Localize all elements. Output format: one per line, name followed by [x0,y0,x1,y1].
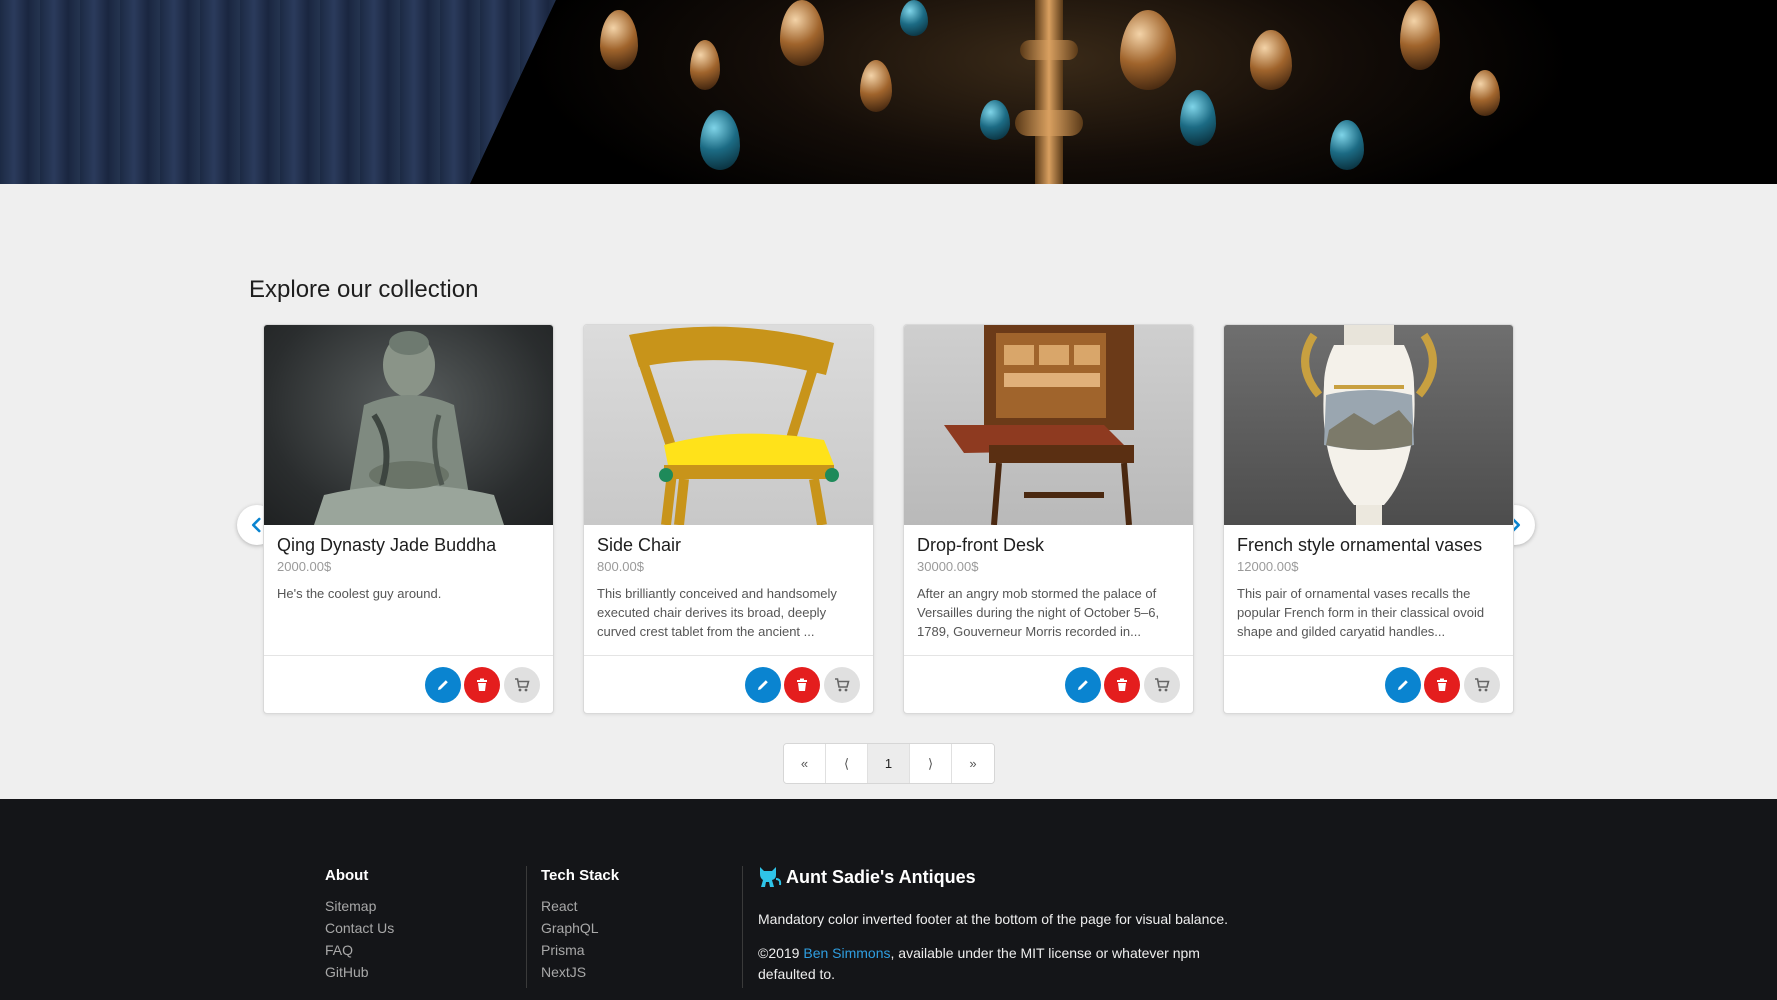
product-price: 12000.00$ [1237,559,1299,574]
hero-banner [0,0,1777,184]
footer-link-faq[interactable]: FAQ [325,942,394,958]
pencil-icon [1398,680,1408,690]
section-title: Explore our collection [249,276,479,303]
trash-icon [797,678,807,691]
product-price: 800.00$ [597,559,644,574]
delete-button[interactable] [1424,667,1460,703]
pencil-icon [438,680,448,690]
pencil-icon [1078,680,1088,690]
page-last-button[interactable]: » [952,744,994,783]
product-price: 30000.00$ [917,559,979,574]
footer-link-graphql[interactable]: GraphQL [541,920,619,936]
page-next-button[interactable]: ⟩ [910,744,952,783]
footer-link-react[interactable]: React [541,898,619,914]
footer-link-github[interactable]: GitHub [325,964,394,980]
footer-tagline: Mandatory color inverted footer at the b… [758,911,1229,927]
footer: About Sitemap Contact Us FAQ GitHub Tech… [0,799,1777,1000]
footer-tech-column: Tech Stack React GraphQL Prisma NextJS [541,867,619,986]
product-description: He's the coolest guy around. [277,586,442,601]
footer-about-heading: About [325,867,369,884]
footer-link-sitemap[interactable]: Sitemap [325,898,394,914]
add-to-cart-button[interactable] [1144,667,1180,703]
page-prev-button[interactable]: ⟨ [826,744,868,783]
product-card[interactable]: Side Chair 800.00$ This brilliantly conc… [583,324,874,714]
edit-button[interactable] [425,667,461,703]
product-image-buddha[interactable] [264,325,553,525]
add-to-cart-button[interactable] [504,667,540,703]
trash-icon [477,678,487,691]
edit-button[interactable] [1065,667,1101,703]
footer-brand: Aunt Sadie's Antiques [758,865,976,889]
product-price: 2000.00$ [277,559,332,574]
add-to-cart-button[interactable] [1464,667,1500,703]
product-title[interactable]: Side Chair [597,535,681,556]
footer-tech-heading: Tech Stack [541,867,620,884]
cart-icon [835,678,850,692]
cat-icon [760,867,782,887]
cart-icon [1475,678,1490,692]
page-first-button[interactable]: « [784,744,826,783]
product-card[interactable]: Qing Dynasty Jade Buddha 2000.00$ He's t… [263,324,554,714]
cart-icon [515,678,530,692]
trash-icon [1117,678,1127,691]
footer-brand-name: Aunt Sadie's Antiques [786,866,976,887]
product-image-vase[interactable] [1224,325,1513,525]
product-description: This pair of ornamental vases recalls th… [1237,586,1485,639]
product-image-chair[interactable] [584,325,873,525]
footer-about-column: About Sitemap Contact Us FAQ GitHub [325,867,394,986]
footer-author-link[interactable]: Ben Simmons [803,945,890,961]
product-image-desk[interactable] [904,325,1193,525]
pagination: « ⟨ 1 ⟩ » [783,743,995,784]
delete-button[interactable] [1104,667,1140,703]
footer-link-prisma[interactable]: Prisma [541,942,619,958]
footer-copyright: ©2019 Ben Simmons, available under the M… [758,945,1200,982]
delete-button[interactable] [464,667,500,703]
footer-link-nextjs[interactable]: NextJS [541,964,619,980]
add-to-cart-button[interactable] [824,667,860,703]
pencil-icon [758,680,768,690]
product-title[interactable]: Qing Dynasty Jade Buddha [277,535,496,556]
delete-button[interactable] [784,667,820,703]
footer-link-contact[interactable]: Contact Us [325,920,394,936]
page-current-button[interactable]: 1 [868,744,910,783]
product-card[interactable]: French style ornamental vases 12000.00$ … [1223,324,1514,714]
edit-button[interactable] [745,667,781,703]
trash-icon [1437,678,1447,691]
product-card[interactable]: Drop-front Desk 30000.00$ After an angry… [903,324,1194,714]
product-description: After an angry mob stormed the palace of… [917,586,1160,639]
product-title[interactable]: French style ornamental vases [1237,535,1482,556]
product-description: This brilliantly conceived and handsomel… [597,586,837,639]
cart-icon [1155,678,1170,692]
product-title[interactable]: Drop-front Desk [917,535,1044,556]
edit-button[interactable] [1385,667,1421,703]
